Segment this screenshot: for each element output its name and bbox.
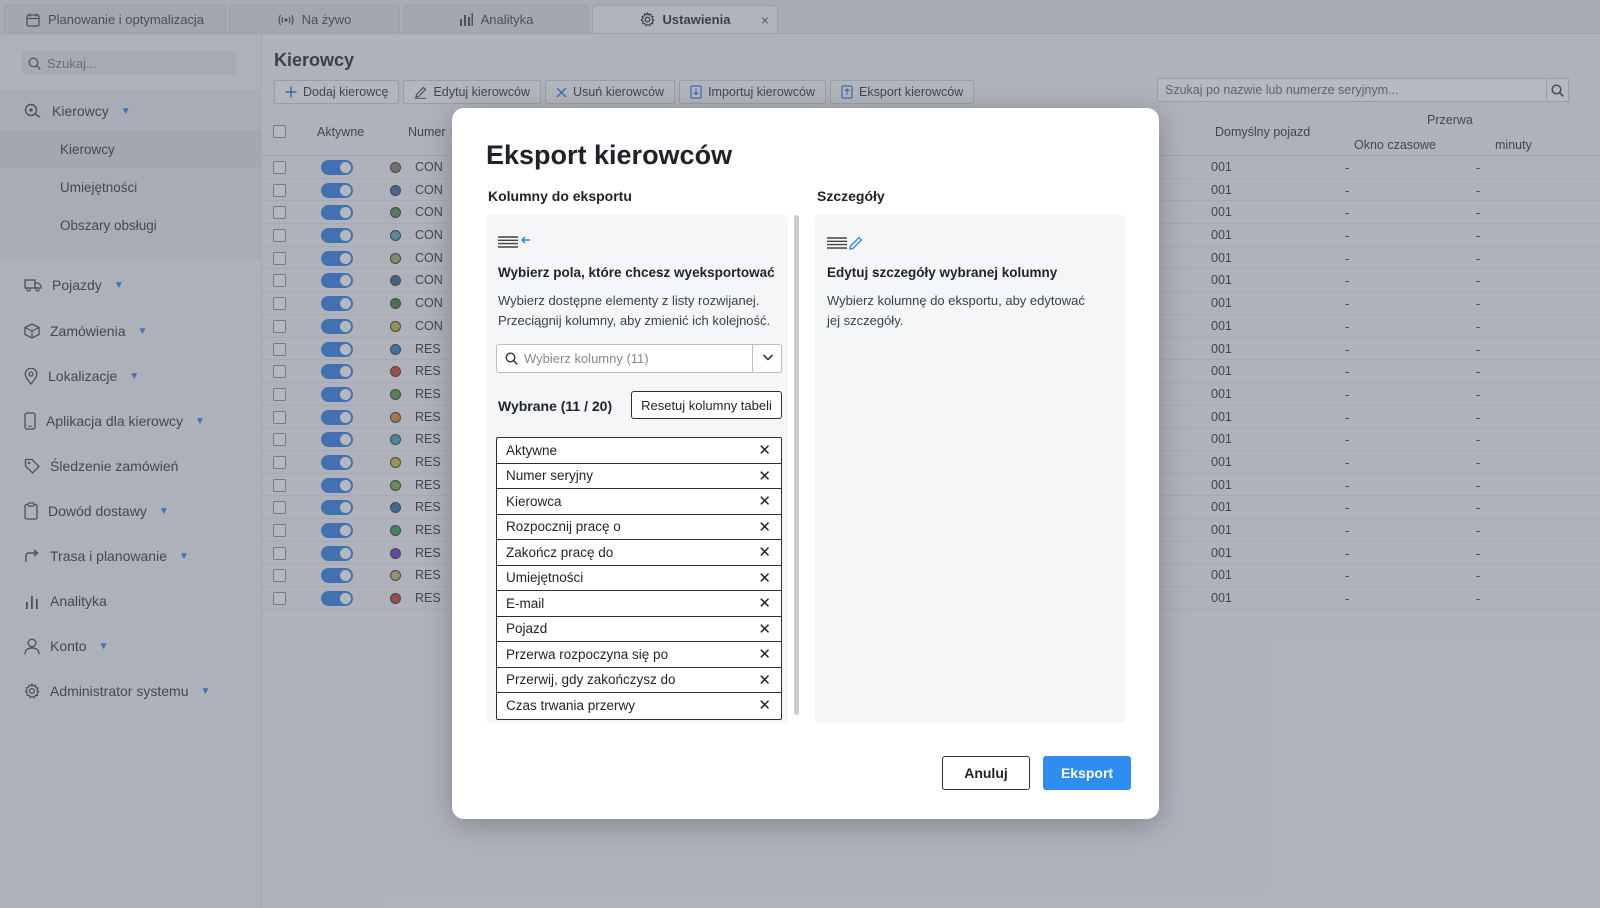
remove-column-icon[interactable]: ✕ — [758, 696, 771, 714]
column-select-dropdown[interactable]: Wybierz kolumny (11) — [496, 344, 782, 373]
export-dialog: Eksport kierowców Kolumny do eksportu Sz… — [452, 108, 1159, 819]
export-columns-heading: Kolumny do eksportu — [488, 188, 632, 204]
export-button[interactable]: Eksport — [1043, 756, 1131, 790]
selected-column-item[interactable]: Rozpocznij pracę o ✕ — [497, 515, 781, 540]
remove-column-icon[interactable]: ✕ — [758, 492, 771, 510]
column-select-placeholder: Wybierz kolumny (11) — [524, 351, 649, 366]
columns-edit-icon — [827, 235, 863, 254]
select-fields-description: Wybierz dostępne elementy z listy rozwij… — [498, 293, 771, 328]
selected-column-label: Rozpocznij pracę o — [506, 519, 621, 535]
remove-column-icon[interactable]: ✕ — [758, 467, 771, 485]
details-heading: Szczegóły — [817, 188, 885, 204]
selected-column-item[interactable]: Kierowca ✕ — [497, 489, 781, 515]
remove-column-icon[interactable]: ✕ — [758, 569, 771, 587]
selected-column-item[interactable]: Umiejętności ✕ — [497, 566, 781, 591]
dialog-title: Eksport kierowców — [486, 140, 733, 170]
export-columns-panel: Wybierz pola, które chcesz wyeksportować… — [486, 215, 788, 723]
selected-column-item[interactable]: Przerwij, gdy zakończysz do ✕ — [497, 668, 781, 693]
remove-column-icon[interactable]: ✕ — [758, 518, 771, 536]
selected-column-label: Kierowca — [506, 493, 562, 509]
edit-details-heading: Edytuj szczegóły wybranej kolumny — [827, 265, 1058, 280]
selected-column-item[interactable]: Czas trwania przerwy ✕ — [497, 693, 781, 719]
selected-column-item[interactable]: Aktywne ✕ — [497, 438, 781, 464]
cancel-button[interactable]: Anuluj — [942, 756, 1030, 790]
selected-column-label: Umiejętności — [506, 570, 584, 586]
selected-column-item[interactable]: Pojazd ✕ — [497, 617, 781, 642]
edit-details-description: Wybierz kolumnę do eksportu, aby edytowa… — [827, 293, 1085, 328]
remove-column-icon[interactable]: ✕ — [758, 671, 771, 689]
selected-column-label: Pojazd — [506, 621, 548, 637]
selected-column-item[interactable]: Zakończ pracę do ✕ — [497, 540, 781, 566]
selected-column-label: Czas trwania przerwy — [506, 698, 636, 714]
selected-column-item[interactable]: Numer seryjny ✕ — [497, 464, 781, 489]
details-panel: Edytuj szczegóły wybranej kolumny Wybier… — [815, 215, 1126, 723]
select-divider — [752, 345, 753, 372]
remove-column-icon[interactable]: ✕ — [758, 441, 771, 459]
selected-columns-list: Aktywne ✕ Numer seryjny ✕ Kierowca ✕ Rozpoczni… — [496, 437, 782, 720]
selected-column-label: E-mail — [506, 595, 545, 611]
selected-column-label: Przerwij, gdy zakończysz do — [506, 672, 676, 688]
search-icon — [505, 352, 518, 365]
selected-count-label: Wybrane (11 / 20) — [498, 398, 613, 414]
remove-column-icon[interactable]: ✕ — [758, 620, 771, 638]
selected-column-item[interactable]: Przerwa rozpoczyna się po ✕ — [497, 642, 781, 668]
remove-column-icon[interactable]: ✕ — [758, 645, 771, 663]
selected-column-label: Zakończ pracę do — [506, 544, 614, 560]
reset-columns-button[interactable]: Resetuj kolumny tabeli — [631, 391, 782, 419]
selected-column-item[interactable]: E-mail ✕ — [497, 591, 781, 617]
chevron-down-icon[interactable] — [762, 350, 774, 365]
remove-column-icon[interactable]: ✕ — [758, 543, 771, 561]
columns-arrow-icon — [498, 235, 532, 253]
selected-column-label: Przerwa rozpoczyna się po — [506, 646, 669, 662]
columns-scrollbar[interactable] — [794, 215, 799, 715]
remove-column-icon[interactable]: ✕ — [758, 594, 771, 612]
select-fields-heading: Wybierz pola, które chcesz wyeksportować — [498, 265, 775, 280]
selected-column-label: Aktywne — [506, 442, 558, 458]
selected-column-label: Numer seryjny — [506, 468, 594, 484]
